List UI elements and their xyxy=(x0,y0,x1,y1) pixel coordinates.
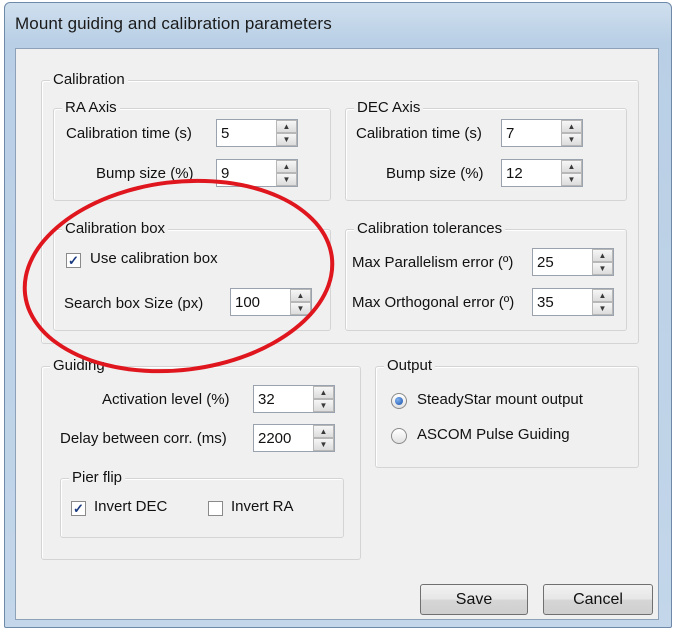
spin-up-icon[interactable]: ▲ xyxy=(276,160,297,173)
activation-level-spinner[interactable]: ▲ ▼ xyxy=(253,385,335,413)
dec-calibration-time-label: Calibration time (s) xyxy=(356,125,482,142)
max-orthogonal-label: Max Orthogonal error (º) xyxy=(352,294,515,311)
dec-axis-group: DEC Axis Calibration time (s) ▲ ▼ Bump s… xyxy=(345,99,627,201)
calibration-box-legend: Calibration box xyxy=(62,220,169,237)
delay-between-corr-spinner[interactable]: ▲ ▼ xyxy=(253,424,335,452)
ra-axis-group: RA Axis Calibration time (s) ▲ ▼ Bump si… xyxy=(53,99,331,201)
spin-down-icon[interactable]: ▼ xyxy=(313,399,334,412)
ascom-pulse-guiding-radio[interactable] xyxy=(391,428,407,444)
dec-axis-legend: DEC Axis xyxy=(354,99,424,116)
calibration-tolerances-group: Calibration tolerances Max Parallelism e… xyxy=(345,220,627,331)
spin-down-icon[interactable]: ▼ xyxy=(313,438,334,451)
spin-down-icon[interactable]: ▼ xyxy=(561,173,582,186)
max-orthogonal-spinner[interactable]: ▲ ▼ xyxy=(532,288,614,316)
search-box-size-input[interactable] xyxy=(231,289,289,315)
spin-down-icon[interactable]: ▼ xyxy=(561,133,582,146)
spin-up-icon[interactable]: ▲ xyxy=(592,289,613,302)
calibration-tolerances-legend: Calibration tolerances xyxy=(354,220,506,237)
invert-ra-checkbox[interactable] xyxy=(208,501,223,516)
ra-bump-size-spinner[interactable]: ▲ ▼ xyxy=(216,159,298,187)
calibration-box-group: Calibration box ✓ Use calibration box Se… xyxy=(53,220,331,331)
spin-up-icon[interactable]: ▲ xyxy=(561,120,582,133)
title-bar[interactable]: Mount guiding and calibration parameters xyxy=(5,3,671,43)
guiding-group: Guiding Activation level (%) ▲ ▼ Delay b… xyxy=(41,357,361,560)
max-parallelism-spinner[interactable]: ▲ ▼ xyxy=(532,248,614,276)
ra-axis-legend: RA Axis xyxy=(62,99,120,116)
dialog-window: Mount guiding and calibration parameters… xyxy=(4,2,672,628)
ra-calibration-time-spinner[interactable]: ▲ ▼ xyxy=(216,119,298,147)
spin-down-icon[interactable]: ▼ xyxy=(276,133,297,146)
delay-between-corr-input[interactable] xyxy=(254,425,312,451)
invert-ra-label[interactable]: Invert RA xyxy=(231,498,294,515)
ra-calibration-time-label: Calibration time (s) xyxy=(66,125,192,142)
steadystar-output-label[interactable]: SteadyStar mount output xyxy=(417,391,583,408)
max-orthogonal-input[interactable] xyxy=(533,289,591,315)
activation-level-label: Activation level (%) xyxy=(102,391,230,408)
ascom-pulse-guiding-label[interactable]: ASCOM Pulse Guiding xyxy=(417,426,570,443)
delay-between-corr-label: Delay between corr. (ms) xyxy=(60,430,227,447)
use-calibration-box-label[interactable]: Use calibration box xyxy=(90,250,218,267)
guiding-legend: Guiding xyxy=(50,357,108,374)
invert-dec-checkbox[interactable]: ✓ xyxy=(71,501,86,516)
max-parallelism-label: Max Parallelism error (º) xyxy=(352,254,514,271)
dec-bump-size-input[interactable] xyxy=(502,160,560,186)
ra-bump-size-input[interactable] xyxy=(217,160,275,186)
spin-up-icon[interactable]: ▲ xyxy=(290,289,311,302)
spin-down-icon[interactable]: ▼ xyxy=(592,262,613,275)
output-legend: Output xyxy=(384,357,436,374)
checkmark-icon: ✓ xyxy=(68,253,79,268)
spin-up-icon[interactable]: ▲ xyxy=(313,425,334,438)
output-group: Output SteadyStar mount output ASCOM Pul… xyxy=(375,357,639,468)
search-box-size-label: Search box Size (px) xyxy=(64,295,204,312)
activation-level-input[interactable] xyxy=(254,386,312,412)
dec-calibration-time-input[interactable] xyxy=(502,120,560,146)
calibration-legend: Calibration xyxy=(50,71,128,88)
steadystar-output-radio[interactable] xyxy=(391,393,407,409)
cancel-button[interactable]: Cancel xyxy=(543,584,653,615)
ra-calibration-time-input[interactable] xyxy=(217,120,275,146)
max-parallelism-input[interactable] xyxy=(533,249,591,275)
dec-bump-size-label: Bump size (%) xyxy=(386,165,484,182)
ra-bump-size-label: Bump size (%) xyxy=(96,165,194,182)
pier-flip-legend: Pier flip xyxy=(69,469,126,486)
spin-up-icon[interactable]: ▲ xyxy=(561,160,582,173)
search-box-size-spinner[interactable]: ▲ ▼ xyxy=(230,288,312,316)
pier-flip-group: Pier flip ✓ Invert DEC Invert RA xyxy=(60,469,344,538)
checkmark-icon: ✓ xyxy=(73,501,84,516)
spin-up-icon[interactable]: ▲ xyxy=(592,249,613,262)
use-calibration-box-checkbox[interactable]: ✓ xyxy=(66,253,81,268)
spin-down-icon[interactable]: ▼ xyxy=(276,173,297,186)
spin-down-icon[interactable]: ▼ xyxy=(592,302,613,315)
dec-bump-size-spinner[interactable]: ▲ ▼ xyxy=(501,159,583,187)
calibration-group: Calibration RA Axis Calibration time (s)… xyxy=(41,71,639,344)
dialog-body: Calibration RA Axis Calibration time (s)… xyxy=(15,48,659,620)
save-button[interactable]: Save xyxy=(420,584,528,615)
spin-up-icon[interactable]: ▲ xyxy=(276,120,297,133)
dec-calibration-time-spinner[interactable]: ▲ ▼ xyxy=(501,119,583,147)
spin-up-icon[interactable]: ▲ xyxy=(313,386,334,399)
invert-dec-label[interactable]: Invert DEC xyxy=(94,498,167,515)
window-title: Mount guiding and calibration parameters xyxy=(15,14,332,33)
spin-down-icon[interactable]: ▼ xyxy=(290,302,311,315)
